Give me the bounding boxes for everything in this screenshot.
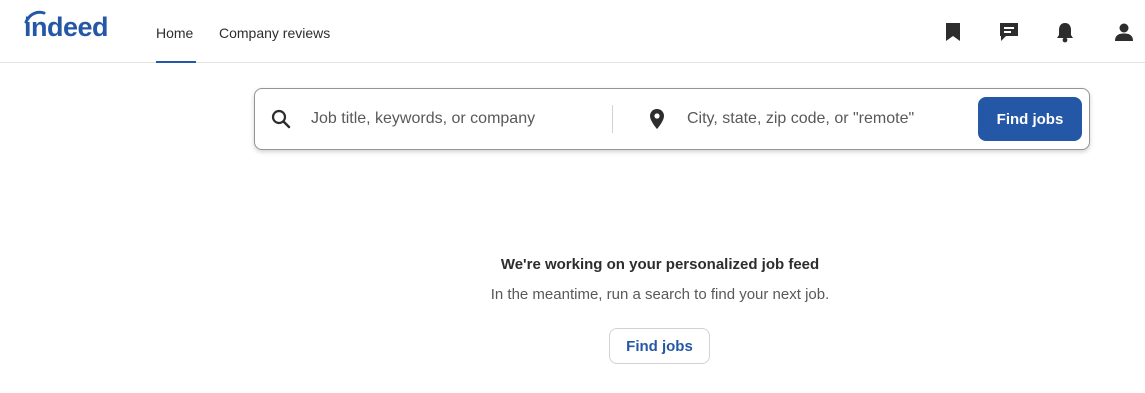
notifications-button[interactable] [1051, 18, 1079, 46]
location-pin-icon [631, 89, 683, 149]
feed-heading: We're working on your personalized job f… [500, 256, 820, 273]
profile-icon [1115, 23, 1133, 41]
profile-button[interactable] [1110, 18, 1138, 46]
feed-subtitle: In the meantime, run a search to find yo… [490, 286, 830, 303]
feed-find-jobs-button[interactable]: Find jobs [609, 328, 710, 364]
what-field [255, 89, 611, 149]
nav-company-reviews-label: Company reviews [219, 25, 331, 41]
notifications-icon [1057, 23, 1073, 43]
nav-company-reviews[interactable]: Company reviews [219, 0, 337, 63]
bookmark-icon [946, 23, 960, 41]
location-input[interactable] [687, 110, 961, 128]
messages-button[interactable] [995, 18, 1023, 46]
search-icon [255, 89, 307, 149]
where-field [631, 89, 961, 149]
messages-icon [1000, 23, 1018, 41]
nav-home[interactable]: Home [156, 0, 196, 63]
search-divider [612, 105, 613, 133]
job-search-form: Find jobs [254, 88, 1090, 150]
logo-text: indeed [24, 12, 109, 42]
top-navigation-bar: indeed Home Company reviews [0, 0, 1145, 63]
nav-home-label: Home [156, 25, 194, 41]
saved-jobs-button[interactable] [939, 18, 967, 46]
job-keywords-input[interactable] [311, 110, 601, 128]
find-jobs-button[interactable]: Find jobs [978, 97, 1082, 141]
